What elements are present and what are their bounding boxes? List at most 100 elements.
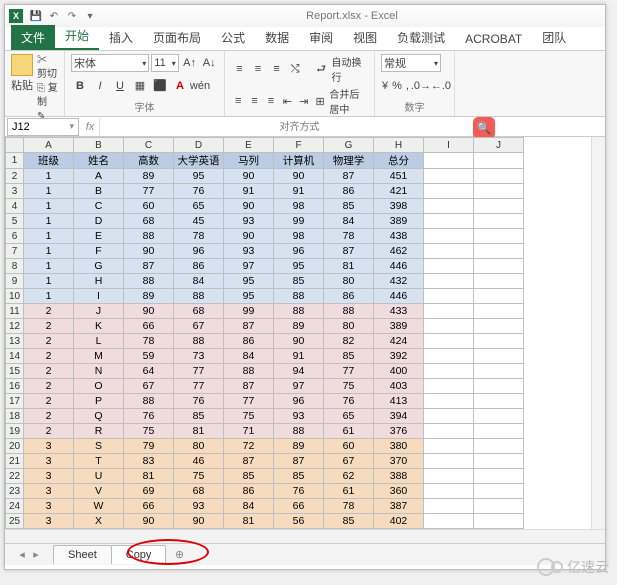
cell[interactable]: 98 bbox=[274, 229, 324, 244]
cell[interactable]: 81 bbox=[224, 514, 274, 529]
cell[interactable]: 66 bbox=[124, 319, 174, 334]
cell[interactable]: 90 bbox=[174, 514, 224, 529]
cell[interactable]: 94 bbox=[274, 364, 324, 379]
undo-icon[interactable]: ↶ bbox=[46, 8, 62, 24]
qat-more-icon[interactable]: ▾ bbox=[82, 8, 98, 24]
row-header[interactable]: 9 bbox=[6, 274, 24, 289]
col-header[interactable]: A bbox=[24, 138, 74, 153]
cell[interactable]: 89 bbox=[124, 289, 174, 304]
cell[interactable]: 99 bbox=[224, 304, 274, 319]
cell[interactable]: 85 bbox=[274, 274, 324, 289]
cell[interactable] bbox=[474, 229, 524, 244]
cell[interactable]: 398 bbox=[374, 199, 424, 214]
cell[interactable]: 99 bbox=[274, 214, 324, 229]
cell[interactable]: 98 bbox=[274, 199, 324, 214]
cell[interactable]: 3 bbox=[24, 439, 74, 454]
cell[interactable]: U bbox=[74, 469, 124, 484]
cell[interactable] bbox=[474, 514, 524, 529]
font-size-combo[interactable]: 11▾ bbox=[151, 54, 178, 72]
cell[interactable]: 87 bbox=[324, 244, 374, 259]
cell[interactable]: 97 bbox=[224, 259, 274, 274]
cell[interactable]: 85 bbox=[324, 349, 374, 364]
cell[interactable]: 56 bbox=[274, 514, 324, 529]
cell[interactable] bbox=[424, 184, 474, 199]
cell[interactable]: 65 bbox=[324, 409, 374, 424]
cell[interactable]: E bbox=[74, 229, 124, 244]
cell[interactable]: 76 bbox=[174, 184, 224, 199]
cell[interactable]: 2 bbox=[24, 409, 74, 424]
cell[interactable]: 3 bbox=[24, 454, 74, 469]
cell[interactable]: 462 bbox=[374, 244, 424, 259]
col-header[interactable]: B bbox=[74, 138, 124, 153]
cell[interactable]: F bbox=[74, 244, 124, 259]
bold-button[interactable]: B bbox=[71, 77, 89, 95]
cell[interactable]: 86 bbox=[174, 259, 224, 274]
number-format-combo[interactable]: 常规▾ bbox=[381, 54, 441, 72]
header-cell[interactable]: 大学英语 bbox=[174, 153, 224, 169]
cell[interactable] bbox=[474, 469, 524, 484]
cell[interactable]: H bbox=[74, 274, 124, 289]
cell[interactable]: 91 bbox=[224, 184, 274, 199]
cell[interactable]: 424 bbox=[374, 334, 424, 349]
tab-file[interactable]: 文件 bbox=[11, 25, 55, 50]
cell[interactable] bbox=[424, 259, 474, 274]
cell[interactable]: 389 bbox=[374, 319, 424, 334]
cell[interactable]: W bbox=[74, 499, 124, 514]
cell[interactable] bbox=[424, 469, 474, 484]
row-header[interactable]: 20 bbox=[6, 439, 24, 454]
cell[interactable]: 95 bbox=[224, 274, 274, 289]
cell[interactable]: 403 bbox=[374, 379, 424, 394]
cell[interactable]: 77 bbox=[124, 184, 174, 199]
cell[interactable]: 380 bbox=[374, 439, 424, 454]
cell[interactable] bbox=[424, 319, 474, 334]
cell[interactable]: 88 bbox=[274, 304, 324, 319]
row-header[interactable]: 18 bbox=[6, 409, 24, 424]
cell[interactable]: 80 bbox=[174, 439, 224, 454]
cell[interactable]: 46 bbox=[174, 454, 224, 469]
cell[interactable] bbox=[424, 199, 474, 214]
tab-data[interactable]: 数据 bbox=[255, 25, 299, 50]
cell[interactable]: A bbox=[74, 169, 124, 184]
new-sheet-icon[interactable]: ⊕ bbox=[171, 548, 187, 561]
cell[interactable]: 87 bbox=[224, 379, 274, 394]
cell[interactable]: Q bbox=[74, 409, 124, 424]
cell[interactable]: 78 bbox=[324, 229, 374, 244]
cell[interactable]: M bbox=[74, 349, 124, 364]
save-icon[interactable]: 💾 bbox=[28, 8, 44, 24]
cell[interactable]: 69 bbox=[124, 484, 174, 499]
tab-team[interactable]: 团队 bbox=[532, 25, 576, 50]
cell[interactable]: 387 bbox=[374, 499, 424, 514]
cell[interactable]: 413 bbox=[374, 394, 424, 409]
cell[interactable]: 88 bbox=[274, 289, 324, 304]
row-header[interactable]: 7 bbox=[6, 244, 24, 259]
row-header[interactable]: 25 bbox=[6, 514, 24, 529]
col-header[interactable]: E bbox=[224, 138, 274, 153]
cell[interactable] bbox=[474, 364, 524, 379]
cell[interactable]: 84 bbox=[324, 214, 374, 229]
cell[interactable]: 76 bbox=[324, 394, 374, 409]
cell[interactable]: 75 bbox=[174, 469, 224, 484]
select-all-corner[interactable] bbox=[6, 138, 24, 153]
row-header[interactable]: 22 bbox=[6, 469, 24, 484]
cell[interactable]: 66 bbox=[124, 499, 174, 514]
cell[interactable]: S bbox=[74, 439, 124, 454]
cell[interactable] bbox=[424, 349, 474, 364]
cell[interactable]: 2 bbox=[24, 364, 74, 379]
cell[interactable] bbox=[474, 409, 524, 424]
cell[interactable]: N bbox=[74, 364, 124, 379]
percent-icon[interactable]: % bbox=[391, 77, 403, 95]
indent-inc-icon[interactable]: ⇥ bbox=[297, 92, 311, 110]
sheet-tab-copy[interactable]: Copy bbox=[111, 545, 167, 564]
tab-acrobat[interactable]: ACROBAT bbox=[455, 28, 532, 50]
cell[interactable]: 78 bbox=[124, 334, 174, 349]
cell[interactable]: 1 bbox=[24, 244, 74, 259]
tab-formulas[interactable]: 公式 bbox=[211, 25, 255, 50]
cell[interactable]: 96 bbox=[274, 244, 324, 259]
cell[interactable]: 389 bbox=[374, 214, 424, 229]
col-header[interactable]: C bbox=[124, 138, 174, 153]
tab-loadtest[interactable]: 负载测试 bbox=[387, 25, 455, 50]
row-header[interactable]: 15 bbox=[6, 364, 24, 379]
cell[interactable] bbox=[424, 229, 474, 244]
cell[interactable]: 80 bbox=[324, 274, 374, 289]
cell[interactable]: 87 bbox=[124, 259, 174, 274]
